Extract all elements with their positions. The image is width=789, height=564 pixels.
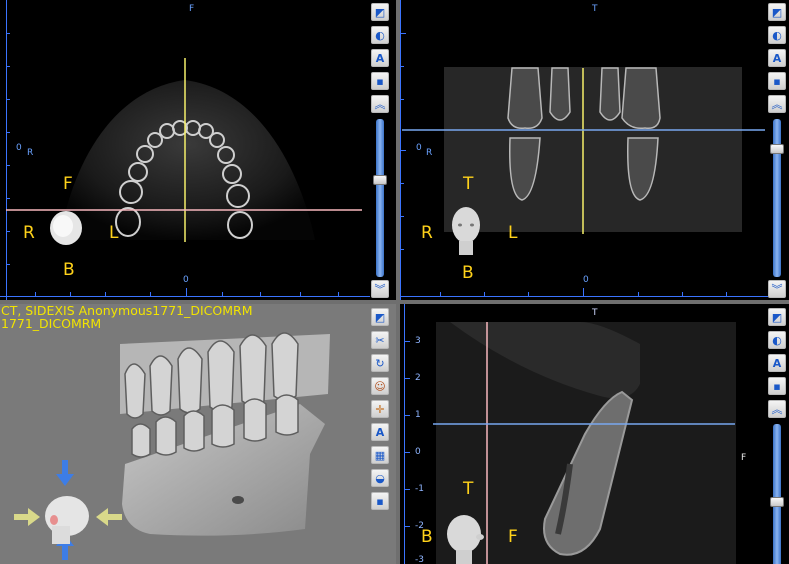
coronal-toolbar: ◩ ◐ A ▪ ︽ ︾ — [768, 3, 788, 299]
view-mode-icon[interactable]: ◩ — [768, 3, 786, 21]
volume-toolbar: ◩ ✂ ↻ ☺ ✛ A ▦ ◒ ▪ — [371, 308, 391, 564]
axial-toolbar: ◩ ◐ A ▪ ︽ ︾ — [371, 3, 391, 299]
coronal-orient-left: R — [421, 223, 433, 243]
view-mode-icon[interactable]: ◩ — [371, 308, 389, 326]
slice-icon[interactable]: ◐ — [768, 26, 786, 44]
scroll-down-icon[interactable]: ︾ — [371, 280, 389, 298]
camera-icon[interactable]: ▪ — [768, 377, 786, 395]
axial-slice-slider-thumb[interactable] — [373, 175, 387, 185]
sagittal-slice-slider[interactable] — [773, 424, 781, 564]
axial-orient-right: L — [109, 223, 119, 243]
grid-icon[interactable]: ▦ — [371, 446, 389, 464]
scroll-up-icon[interactable]: ︽ — [768, 400, 786, 418]
annotation-a-icon[interactable]: A — [371, 423, 389, 441]
sagittal-orient-left: B — [421, 527, 433, 547]
annotation-a-icon[interactable]: A — [768, 354, 786, 372]
coronal-orientation-head-icon[interactable] — [448, 205, 484, 257]
face-icon[interactable]: ☺ — [371, 377, 389, 395]
slice-icon[interactable]: ◐ — [371, 26, 389, 44]
rotate-icon[interactable]: ↻ — [371, 354, 389, 372]
coronal-orient-top: T — [463, 174, 474, 194]
coronal-orient-bottom: B — [462, 263, 474, 283]
volume-orientation-widget[interactable] — [12, 454, 124, 564]
camera-icon[interactable]: ▪ — [768, 72, 786, 90]
axial-orient-left: R — [23, 223, 35, 243]
coronal-slice-slider-thumb[interactable] — [770, 144, 784, 154]
cut-tool-icon[interactable]: ✂ — [371, 331, 389, 349]
scroll-up-icon[interactable]: ︽ — [371, 95, 389, 113]
annotation-a-icon[interactable]: A — [371, 49, 389, 67]
bone-icon[interactable]: ◒ — [371, 469, 389, 487]
sagittal-slice-slider-thumb[interactable] — [770, 497, 784, 507]
volume-3d-pane[interactable]: CT, SIDEXIS Anonymous1771_DICOMRM 1771_D… — [0, 304, 396, 564]
view-mode-icon[interactable]: ◩ — [371, 3, 389, 21]
axial-orientation-head-icon[interactable] — [46, 206, 86, 246]
sagittal-view-pane[interactable]: 3 2 1 0 -1 -2 -3 T F T B F ◩ ◐ A ▪ ︽ — [400, 304, 789, 564]
sagittal-orient-right: F — [508, 527, 518, 547]
camera-icon[interactable]: ▪ — [371, 492, 389, 510]
slice-icon[interactable]: ◐ — [768, 331, 786, 349]
coronal-orient-right: L — [508, 223, 518, 243]
axial-ct-image — [6, 58, 362, 242]
sagittal-orientation-head-icon[interactable] — [444, 512, 488, 564]
crosshair-icon[interactable]: ✛ — [371, 400, 389, 418]
axial-slice-slider[interactable] — [376, 119, 384, 277]
scroll-up-icon[interactable]: ︽ — [768, 95, 786, 113]
axial-orient-top: F — [63, 174, 73, 194]
sagittal-toolbar: ◩ ◐ A ▪ ︽ — [768, 308, 788, 564]
sagittal-orient-top: T — [463, 479, 474, 499]
axial-view-pane[interactable]: F 0 R 0 F R L B ◩ ◐ A ▪ ︽ ︾ — [0, 0, 396, 300]
scroll-down-icon[interactable]: ︾ — [768, 280, 786, 298]
view-mode-icon[interactable]: ◩ — [768, 308, 786, 326]
coronal-view-pane[interactable]: T 0 R 0 T R L B ◩ ◐ A ▪ ︽ ︾ — [400, 0, 789, 300]
axial-orient-bottom: B — [63, 260, 75, 280]
coronal-slice-slider[interactable] — [773, 119, 781, 277]
camera-icon[interactable]: ▪ — [371, 72, 389, 90]
annotation-a-icon[interactable]: A — [768, 49, 786, 67]
